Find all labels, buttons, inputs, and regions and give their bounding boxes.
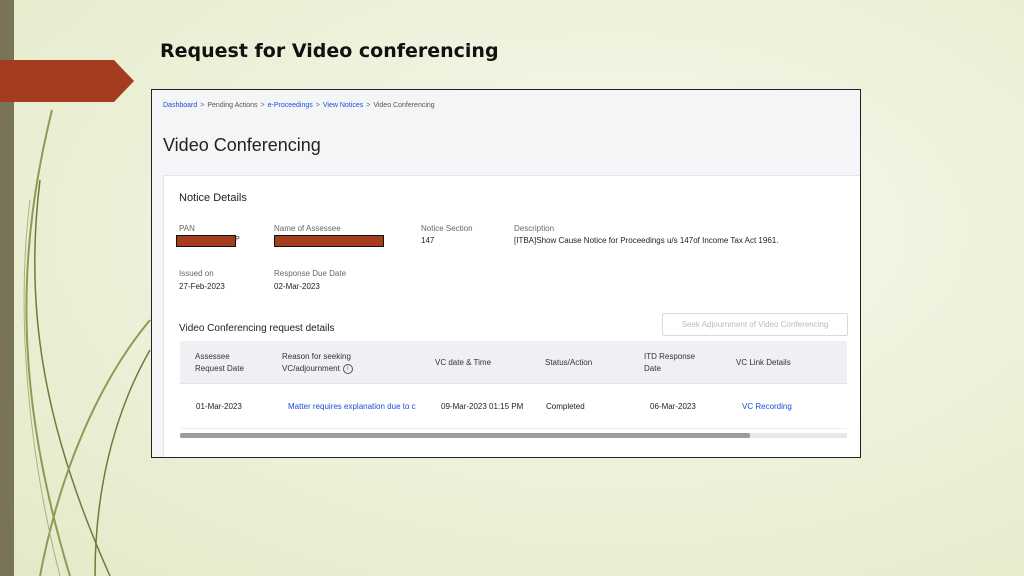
- breadcrumb-view-notices[interactable]: View Notices: [323, 102, 363, 109]
- scrollbar-thumb[interactable]: [180, 433, 750, 438]
- pan-trailing: P: [235, 236, 240, 243]
- column-header-line: Assessee: [195, 352, 230, 361]
- column-header-assessee-request-date: Assessee Request Date: [195, 351, 244, 375]
- cell-status: Completed: [546, 402, 585, 411]
- table-row: 01-Mar-2023 Matter requires explanation …: [180, 384, 847, 429]
- cell-request-date: 01-Mar-2023: [196, 402, 242, 411]
- cell-vc-datetime: 09-Mar-2023 01:15 PM: [441, 402, 524, 411]
- column-header-status: Status/Action: [545, 358, 593, 367]
- issued-on-value: 27-Feb-2023: [179, 282, 225, 291]
- breadcrumb-pending-actions[interactable]: Pending Actions: [207, 102, 257, 109]
- pan-redacted: [176, 235, 236, 247]
- page-title: Video Conferencing: [163, 135, 321, 155]
- response-due-value: 02-Mar-2023: [274, 282, 320, 291]
- breadcrumb-separator: >: [260, 102, 265, 109]
- slide-title: Request for Video conferencing: [160, 40, 499, 62]
- pan-label: PAN: [179, 224, 195, 233]
- response-due-label: Response Due Date: [274, 269, 347, 278]
- breadcrumb-separator: >: [315, 102, 320, 109]
- column-header-vc-date-time: VC date & Time: [435, 358, 492, 367]
- column-header-line: Date: [644, 364, 661, 373]
- portal-screenshot: Dashboard > Pending Actions > e-Proceedings >…: [151, 89, 861, 458]
- horizontal-scrollbar[interactable]: [180, 433, 847, 438]
- breadcrumb-dashboard[interactable]: Dashboard: [163, 102, 197, 109]
- column-header-line: Reason for seeking: [282, 352, 351, 361]
- notice-details-title: Notice Details: [179, 192, 247, 204]
- breadcrumb-current: Video Conferencing: [373, 102, 435, 109]
- column-header-line: ITD Response: [644, 352, 696, 361]
- info-icon[interactable]: i: [342, 363, 353, 374]
- breadcrumb: Dashboard > Pending Actions > e-Proceedings >…: [163, 102, 435, 109]
- column-header-line: VC/adjournment: [282, 364, 340, 373]
- assessee-name-label: Name of Assessee: [274, 224, 341, 233]
- seek-adjournment-button[interactable]: Seek Adjournment of Video Conferencing: [662, 313, 848, 336]
- breadcrumb-e-proceedings[interactable]: e-Proceedings: [268, 102, 313, 109]
- column-header-line: Request Date: [195, 364, 244, 373]
- description-value: [ITBA]Show Cause Notice for Proceedings …: [514, 236, 779, 245]
- breadcrumb-separator: >: [366, 102, 371, 109]
- issued-on-label: Issued on: [179, 269, 214, 278]
- breadcrumb-separator: >: [200, 102, 205, 109]
- table-header: Assessee Request Date Reason for seeking…: [180, 341, 847, 384]
- column-header-reason: Reason for seeking VC/adjournment i: [282, 351, 353, 375]
- cell-vc-recording-link[interactable]: VC Recording: [742, 402, 792, 411]
- vc-request-title: Video Conferencing request details: [179, 323, 335, 334]
- vc-request-table: Assessee Request Date Reason for seeking…: [180, 341, 847, 441]
- notice-card: Notice Details PAN P Name of Assessee No…: [163, 175, 860, 457]
- column-header-vc-link: VC Link Details: [736, 358, 791, 367]
- arrow-icon: [0, 60, 134, 102]
- description-label: Description: [514, 224, 555, 233]
- cell-reason-link[interactable]: Matter requires explanation due to c: [288, 402, 425, 411]
- cell-itd-response-date: 06-Mar-2023: [650, 402, 696, 411]
- column-header-itd-response-date: ITD Response Date: [644, 351, 695, 375]
- notice-section-value: 147: [421, 236, 435, 245]
- assessee-name-redacted: [274, 235, 384, 247]
- notice-section-label: Notice Section: [421, 224, 473, 233]
